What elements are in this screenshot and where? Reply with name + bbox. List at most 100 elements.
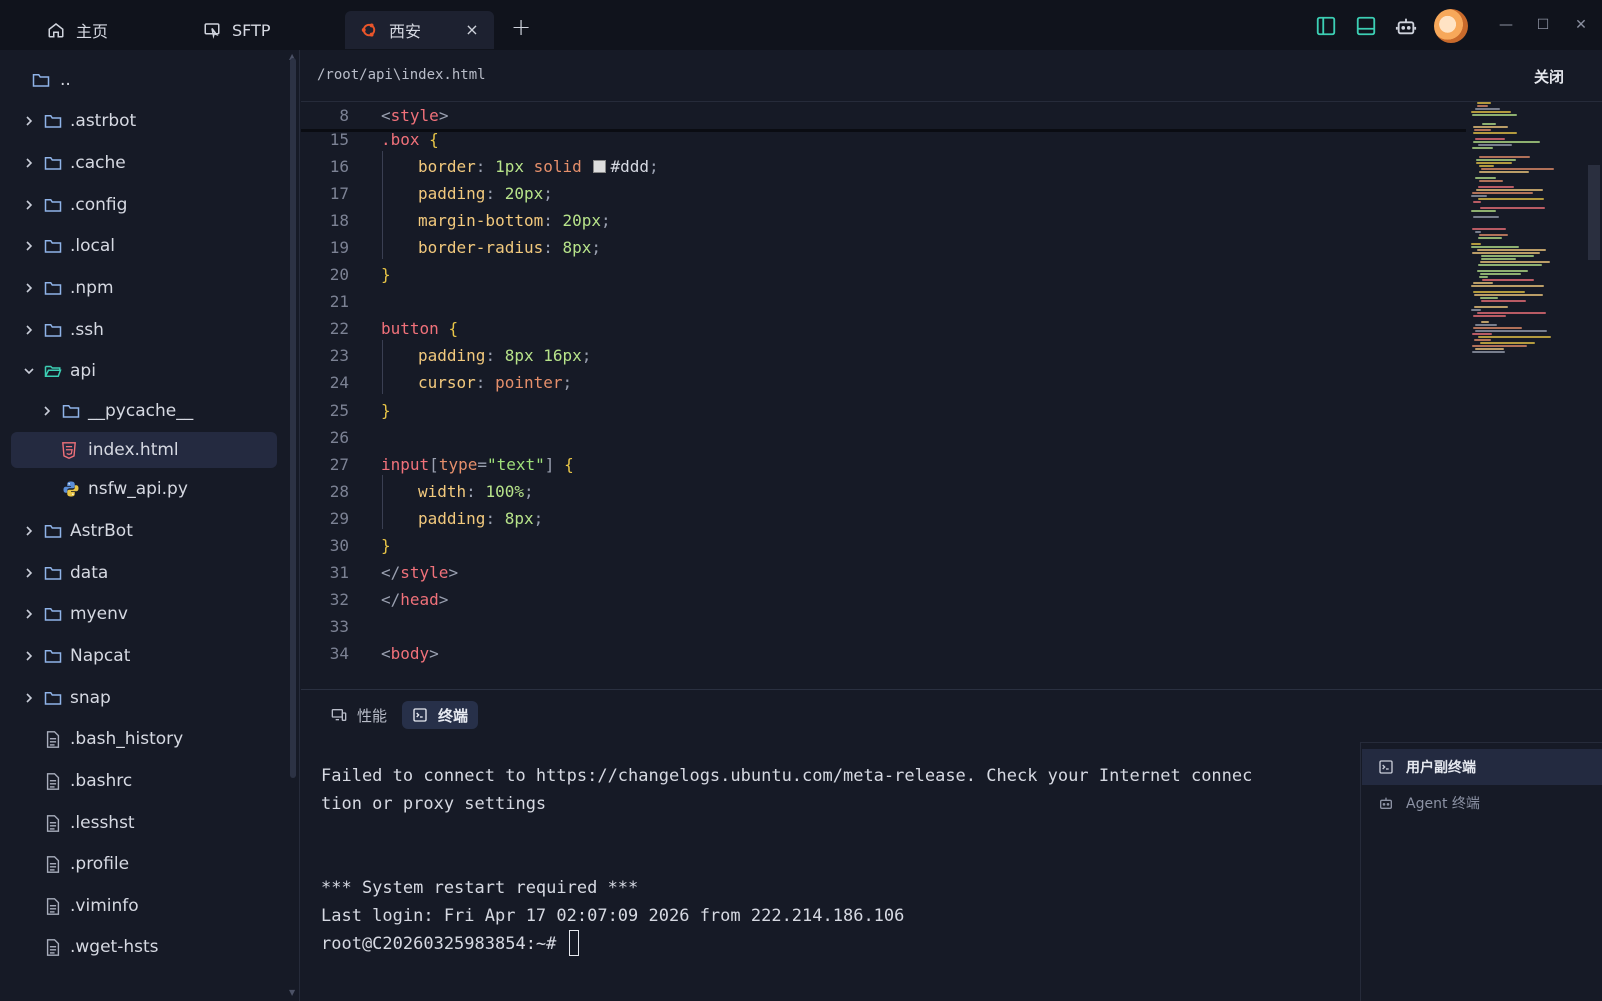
chevron-right-icon[interactable] [22,649,36,663]
close-tab-button[interactable]: × [462,20,482,40]
tree-item-napcat[interactable]: Napcat [0,638,290,674]
sidebar-scrollbar[interactable] [290,58,296,778]
tree-item-cache[interactable]: .cache [0,145,290,181]
editor-scrollbar[interactable] [1588,165,1600,260]
folder-icon [62,402,82,420]
tree-item-wget-hsts[interactable]: .wget-hsts [0,929,290,965]
tree-item-label: .viminfo [70,896,139,916]
tree-item-lesshst[interactable]: .lesshst [0,805,290,841]
tab-performance[interactable]: 性能 [321,701,397,729]
chevron-right-icon[interactable] [22,323,36,337]
minimap-line [1475,330,1547,332]
code-line: 31 </style> [301,559,1461,586]
code-text: } [381,265,391,285]
tree-item-data[interactable]: data [0,555,290,591]
code-text: border-radius: 8px; [418,238,602,258]
add-tab-button[interactable]: + [510,15,532,39]
tree-item-astrbot[interactable]: AstrBot [0,513,290,549]
minimap-line [1480,261,1550,263]
chevron-right-icon[interactable] [40,404,54,418]
code-editor[interactable]: 8 <style> 15 .box {16 border: 1px solid #ddd… [301,102,1602,689]
line-number: 16 [329,157,349,177]
terminal-output[interactable]: Failed to connect to https://changelogs.… [321,762,1331,958]
tab-xian[interactable]: 西安 × [345,11,494,49]
minimap-line [1482,279,1534,281]
tree-item-index-html[interactable]: index.html [11,432,277,468]
python-file-icon [62,480,82,498]
minimap-line [1479,156,1530,158]
minimap-line [1478,336,1551,338]
code-line: 17 padding: 20px; [301,180,1461,207]
tree-item-bashrc[interactable]: .bashrc [0,763,290,799]
tree-item-parent[interactable]: .. [0,62,290,98]
code-text: <style> [381,106,449,125]
chevron-right-icon[interactable] [22,281,36,295]
sftp-icon [202,20,222,40]
tab-label: 主页 [76,22,109,41]
terminal-cursor [568,930,579,956]
tree-item-myenv[interactable]: myenv [0,596,290,632]
minimap-line [1473,141,1540,143]
tree-item-label: .config [70,195,128,215]
tree-item-nsfw-api-py[interactable]: nsfw_api.py [0,471,290,507]
chevron-right-icon[interactable] [22,566,36,580]
terminal-prompt-line[interactable]: root@C20260325983854:~# [321,930,1331,958]
tree-item-npm[interactable]: .npm [0,270,290,306]
minimap-line [1472,252,1540,254]
color-swatch[interactable] [593,160,607,174]
chevron-down-icon[interactable] [22,364,36,378]
tree-item-config[interactable]: .config [0,187,290,223]
tree-item-api[interactable]: api [0,353,290,389]
tree-item-snap[interactable]: snap [0,680,290,716]
tree-item-label: api [70,361,96,381]
tree-item-label: .bash_history [70,729,184,749]
line-number: 8 [339,106,349,125]
tree-item-ssh[interactable]: .ssh [0,312,290,348]
chevron-right-icon[interactable] [22,198,36,212]
session-agent-terminal[interactable]: Agent 终端 [1362,785,1602,821]
minimap-line [1477,102,1491,104]
toggle-panel-icon[interactable] [1355,15,1377,37]
code-line: 21 [301,288,1461,315]
toggle-sidebar-icon[interactable] [1315,15,1337,37]
minimap[interactable] [1471,102,1561,362]
code-text: </head> [381,589,449,609]
tab-terminal[interactable]: 终端 [402,701,479,729]
maximize-button[interactable]: ☐ [1532,14,1554,36]
robot-icon[interactable] [1395,15,1417,37]
bottom-panel: 性能 终端 Failed to connect to https://chang… [301,689,1602,1001]
tab-home[interactable]: 主页 [46,11,108,49]
chevron-right-icon[interactable] [22,114,36,128]
close-window-button[interactable]: ✕ [1570,14,1592,36]
minimap-line [1481,168,1554,170]
tree-item-label: index.html [88,440,179,460]
avatar[interactable] [1434,9,1468,43]
minimize-button[interactable]: — [1495,14,1517,36]
file-tree-sidebar: .. .astrbot .cache .config .local .npm .ssh api… [0,50,300,1001]
minimap-line [1479,276,1488,278]
monitor-icon [331,706,349,724]
folder-icon [44,647,64,665]
chevron-right-icon[interactable] [22,156,36,170]
tree-item-astrbot[interactable]: .astrbot [0,103,290,139]
tab-label: 终端 [438,706,469,725]
chevron-right-icon[interactable] [22,607,36,621]
tree-item-bash-history[interactable]: .bash_history [0,721,290,757]
scroll-down-arrow[interactable]: ▼ [289,988,295,997]
code-text: border: 1px solid #ddd; [418,157,659,177]
tree-item-pycache[interactable]: __pycache__ [0,393,290,429]
tree-item-profile[interactable]: .profile [0,846,290,882]
minimap-line [1472,147,1493,149]
tree-item-local[interactable]: .local [0,228,290,264]
chevron-right-icon[interactable] [22,691,36,705]
tree-item-label: .profile [70,854,130,874]
chevron-right-icon[interactable] [22,524,36,538]
tree-item-viminfo[interactable]: .viminfo [0,888,290,924]
tab-sftp[interactable]: SFTP [202,11,271,49]
minimap-line [1472,345,1527,347]
line-number: 29 [329,508,349,528]
tree-item-label: .wget-hsts [70,937,159,957]
close-editor-button[interactable]: 关闭 [1534,66,1564,87]
session-user-terminal[interactable]: 用户副终端 [1362,749,1602,785]
chevron-right-icon[interactable] [22,239,36,253]
